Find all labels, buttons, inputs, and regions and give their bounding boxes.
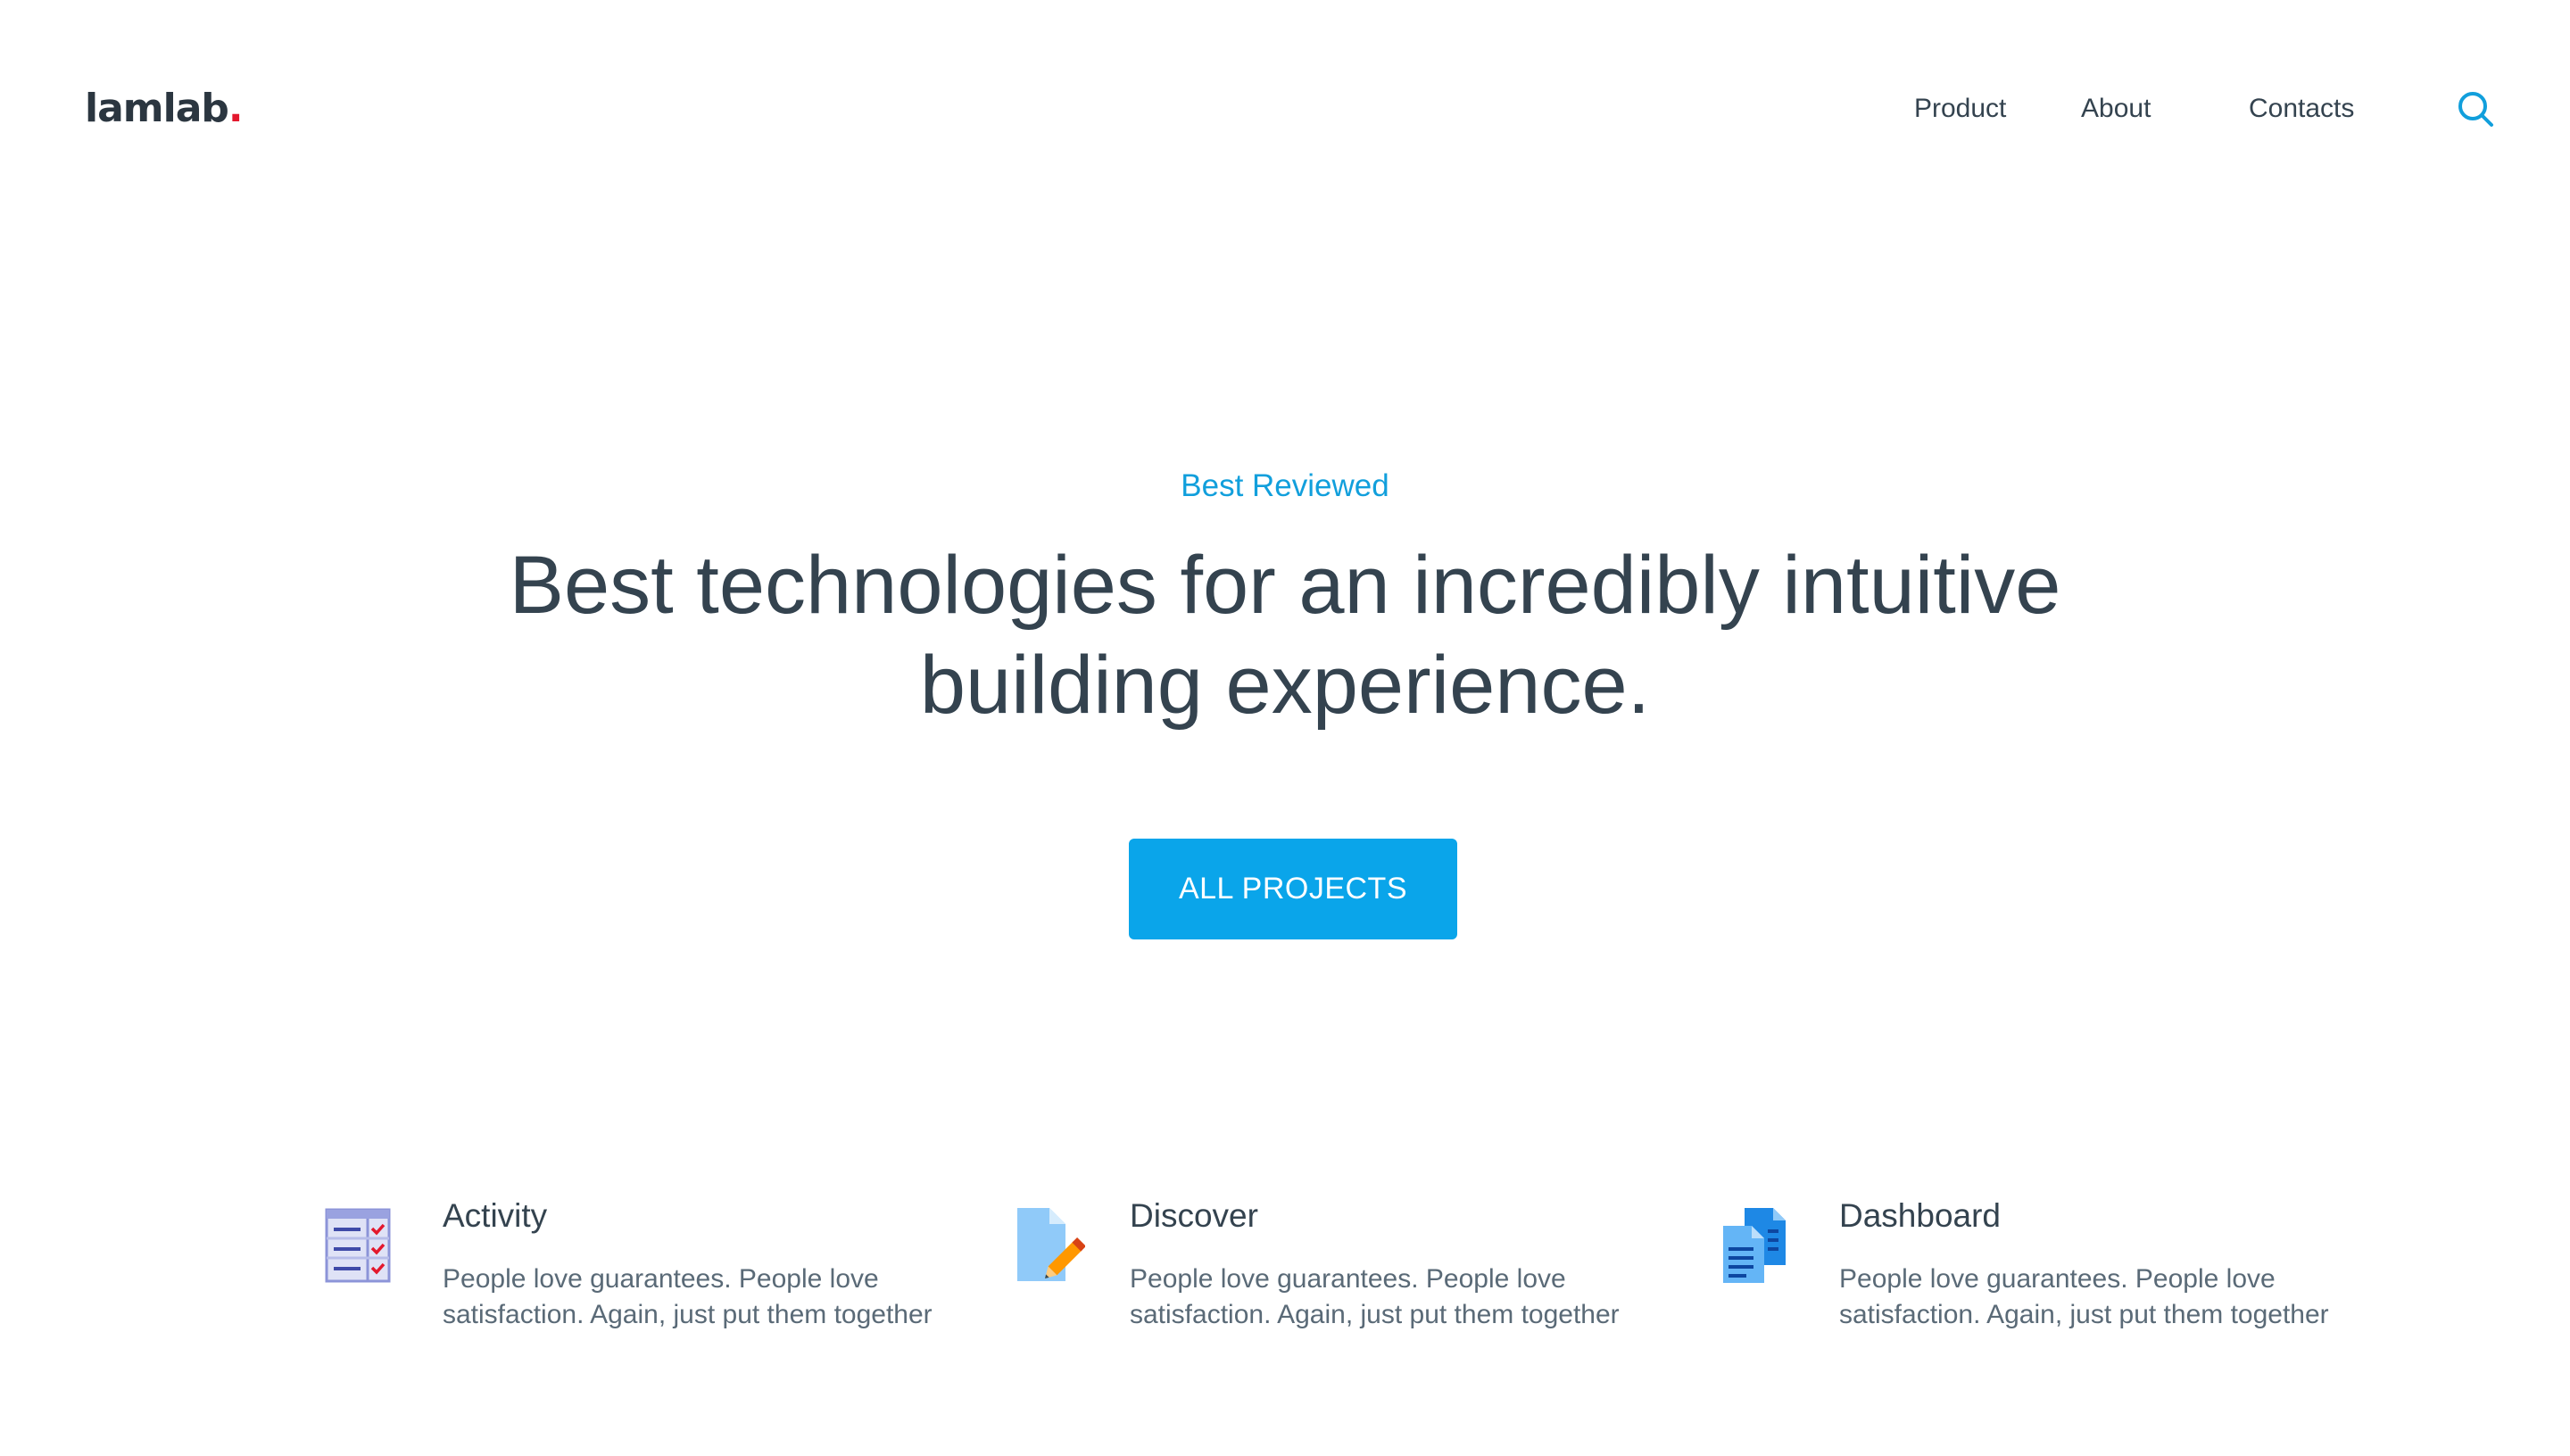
hero-headline: Best technologies for an incredibly intu… (509, 540, 2061, 731)
nav-contacts-link[interactable]: Contacts (2249, 87, 2354, 130)
hero-eyebrow: Best Reviewed (1181, 468, 1389, 503)
feature-activity: Activity People love guarantees. People … (321, 1187, 946, 1401)
feature-title: Dashboard (1839, 1197, 2002, 1234)
feature-description: People love guarantees. People love sati… (443, 1264, 933, 1329)
brand-name: lamlab (85, 86, 229, 131)
feature-title: Activity (443, 1197, 548, 1234)
brand-logo[interactable]: lamlab. (85, 82, 244, 136)
feature-description: People love guarantees. People love sati… (1839, 1264, 2329, 1329)
search-button[interactable] (2456, 89, 2495, 128)
documents-icon (1718, 1203, 1795, 1288)
site-header: lamlab. Product About Contacts (0, 0, 2570, 214)
nav-about-link[interactable]: About (2081, 87, 2151, 130)
feature-discover: Discover People love guarantees. People … (1008, 1187, 1633, 1401)
document-edit-icon (1008, 1203, 1086, 1288)
brand-dot: . (228, 86, 244, 131)
feature-dashboard: Dashboard People love guarantees. People… (1718, 1187, 2342, 1401)
feature-description: People love guarantees. People love sati… (1130, 1264, 1620, 1329)
feature-title: Discover (1130, 1197, 1258, 1234)
checklist-icon (321, 1203, 398, 1288)
nav-product-link[interactable]: Product (1914, 87, 2006, 130)
all-projects-button[interactable]: ALL PROJECTS (1129, 839, 1457, 939)
search-icon (2458, 92, 2493, 127)
